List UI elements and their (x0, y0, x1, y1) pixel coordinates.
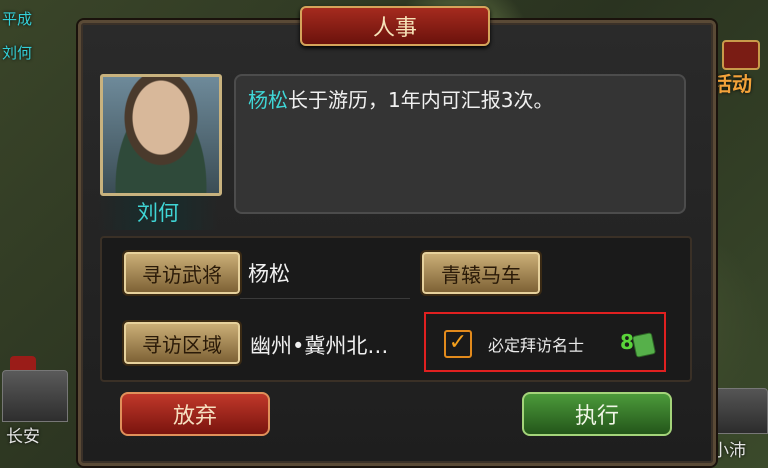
city-changan-label: 长安 (6, 427, 40, 447)
divider (240, 298, 410, 299)
activity-icon[interactable] (722, 40, 760, 70)
checkmark-icon: ✓ (448, 330, 468, 355)
carriage-button[interactable]: 青辕马车 (420, 250, 542, 296)
guarantee-label: 必定拜访名士 (488, 336, 585, 355)
message-text: 长于游历，1年内可汇报3次。 (288, 88, 554, 112)
visit-general-value: 杨松 (248, 262, 290, 286)
activity-label[interactable]: 活动 (712, 68, 752, 97)
city-changan[interactable] (2, 370, 68, 422)
map-label-top-left-2: 刘何 (2, 44, 33, 62)
message-general-name: 杨松 (248, 88, 288, 112)
cancel-button[interactable]: 放弃 (120, 392, 270, 436)
officer-name: 刘何 (98, 196, 218, 230)
city-xiaopei-label: 小沛 (712, 441, 746, 461)
guarantee-checkbox[interactable]: ✓ (444, 330, 472, 358)
execute-button[interactable]: 执行 (522, 392, 672, 436)
officer-portrait (100, 74, 222, 196)
guarantee-cost: 8 (620, 330, 634, 354)
visit-region-button[interactable]: 寻访区域 (122, 320, 242, 366)
map-label-top-left-1: 平成 (2, 10, 33, 28)
officer-message: 杨松长于游历，1年内可汇报3次。 (234, 74, 686, 214)
visit-region-value: 幽州•冀州北… (250, 334, 389, 358)
visit-general-button[interactable]: 寻访武将 (122, 250, 242, 296)
coin-icon (631, 332, 657, 358)
dialog-title: 人事 (300, 6, 490, 46)
